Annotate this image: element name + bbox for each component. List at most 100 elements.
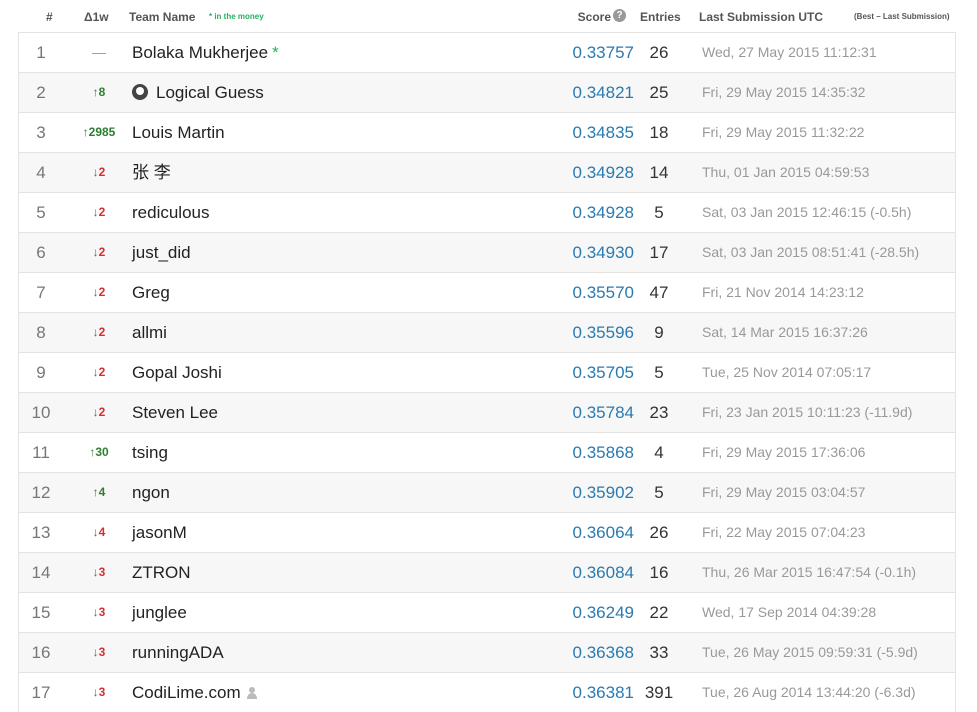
team-cell: Greg: [132, 273, 170, 312]
team-cell: CodiLime.com: [132, 673, 257, 712]
table-row[interactable]: 14 ↓3 ZTRON 0.36084 16 Thu, 26 Mar 2015 16:47…: [18, 552, 956, 592]
header-delta[interactable]: Δ1w: [84, 10, 109, 24]
entries-cell: 33: [649, 643, 669, 662]
score-cell: 0.34928: [572, 203, 634, 222]
team-name-link[interactable]: just_did: [132, 243, 191, 262]
rank-cell: 3: [36, 123, 46, 142]
entries-cell: 14: [649, 163, 669, 182]
entries-cell: 16: [649, 563, 669, 582]
delta-cell: ↓2: [92, 205, 106, 219]
delta-cell: ↓2: [92, 405, 106, 419]
team-members-icon: [246, 687, 257, 699]
team-name-link[interactable]: rediculous: [132, 203, 210, 222]
header-last-submission-note: (Best – Last Submission): [854, 12, 950, 21]
table-row[interactable]: 1 — Bolaka Mukherjee * 0.33757 26 Wed, 27 May …: [18, 32, 956, 72]
team-name-link[interactable]: Gopal Joshi: [132, 363, 222, 382]
delta-cell: ↓2: [92, 245, 106, 259]
team-cell: tsing: [132, 433, 168, 472]
rank-cell: 10: [31, 403, 51, 422]
header-score[interactable]: Score: [578, 10, 611, 24]
last-submission-cell: Sat, 03 Jan 2015 08:51:41 (-28.5h): [702, 244, 920, 260]
table-row[interactable]: 8 ↓2 allmi 0.35596 9 Sat, 14 Mar 2015 16:37:2…: [18, 312, 956, 352]
team-name-link[interactable]: Louis Martin: [132, 123, 225, 142]
team-cell: Steven Lee: [132, 393, 218, 432]
rank-cell: 5: [36, 203, 46, 222]
last-submission-cell: Fri, 21 Nov 2014 14:23:12: [702, 284, 864, 300]
team-cell: Bolaka Mukherjee *: [132, 33, 279, 72]
table-row[interactable]: 11 ↑30 tsing 0.35868 4 Fri, 29 May 2015 17:36…: [18, 432, 956, 472]
rank-cell: 6: [36, 243, 46, 262]
header-last-submission[interactable]: Last Submission UTC: [699, 10, 823, 24]
last-submission-cell: Fri, 29 May 2015 17:36:06: [702, 444, 866, 460]
table-row[interactable]: 3 ↑2985 Louis Martin 0.34835 18 Fri, 29 May 2…: [18, 112, 956, 152]
team-name-link[interactable]: jasonM: [132, 523, 187, 542]
table-row[interactable]: 17 ↓3 CodiLime.com 0.36381 391 Tue, 26 Aug 20…: [18, 672, 956, 712]
rank-cell: 17: [31, 683, 51, 702]
score-cell: 0.36064: [572, 523, 634, 542]
table-row[interactable]: 4 ↓2 张 李 0.34928 14 Thu, 01 Jan 2015 04:59:53: [18, 152, 956, 192]
header-team-name[interactable]: Team Name: [129, 10, 195, 24]
delta-cell: ↓3: [92, 685, 106, 699]
team-name-link[interactable]: Bolaka Mukherjee: [132, 43, 268, 62]
delta-cell: ↓3: [92, 645, 106, 659]
table-row[interactable]: 12 ↑4 ngon 0.35902 5 Fri, 29 May 2015 03:04:5…: [18, 472, 956, 512]
score-cell: 0.35570: [572, 283, 634, 302]
team-name-link[interactable]: Logical Guess: [156, 83, 264, 102]
in-the-money-note: * in the money: [209, 12, 264, 21]
team-name-link[interactable]: junglee: [132, 603, 187, 622]
delta-cell: ↑30: [89, 445, 109, 459]
entries-cell: 26: [649, 523, 669, 542]
team-name-link[interactable]: tsing: [132, 443, 168, 462]
leaderboard: # Δ1w Team Name * in the money Score ? E…: [18, 0, 956, 712]
team-cell: ZTRON: [132, 553, 191, 592]
team-cell: rediculous: [132, 193, 210, 232]
score-cell: 0.35902: [572, 483, 634, 502]
last-submission-cell: Wed, 27 May 2015 11:12:31: [702, 44, 877, 60]
in-the-money-star-icon: *: [272, 43, 279, 62]
team-name-link[interactable]: allmi: [132, 323, 167, 342]
score-cell: 0.34928: [572, 163, 634, 182]
header-entries[interactable]: Entries: [640, 10, 681, 24]
score-cell: 0.35596: [572, 323, 634, 342]
rank-cell: 2: [36, 83, 46, 102]
table-row[interactable]: 6 ↓2 just_did 0.34930 17 Sat, 03 Jan 2015 08:…: [18, 232, 956, 272]
score-cell: 0.35784: [572, 403, 634, 422]
team-name-link[interactable]: Greg: [132, 283, 170, 302]
table-row[interactable]: 16 ↓3 runningADA 0.36368 33 Tue, 26 May 2015 …: [18, 632, 956, 672]
entries-cell: 5: [654, 363, 664, 382]
team-name-link[interactable]: runningADA: [132, 643, 224, 662]
team-name-link[interactable]: ZTRON: [132, 563, 191, 582]
score-cell: 0.36084: [572, 563, 634, 582]
last-submission-cell: Wed, 17 Sep 2014 04:39:28: [702, 604, 877, 620]
entries-cell: 5: [654, 483, 664, 502]
table-row[interactable]: 7 ↓2 Greg 0.35570 47 Fri, 21 Nov 2014 14:23:1…: [18, 272, 956, 312]
table-row[interactable]: 9 ↓2 Gopal Joshi 0.35705 5 Tue, 25 Nov 2014 0…: [18, 352, 956, 392]
table-row[interactable]: 2 ↑8 Logical Guess 0.34821 25 Fri, 29 May 201…: [18, 72, 956, 112]
team-cell: 张 李: [132, 153, 171, 192]
delta-cell: ↓2: [92, 165, 106, 179]
table-row[interactable]: 15 ↓3 junglee 0.36249 22 Wed, 17 Sep 2014 04:…: [18, 592, 956, 632]
team-cell: Logical Guess: [132, 73, 264, 112]
delta-cell: ↑8: [92, 85, 106, 99]
team-cell: just_did: [132, 233, 191, 272]
rank-cell: 7: [36, 283, 46, 302]
team-cell: jasonM: [132, 513, 187, 552]
team-name-link[interactable]: ngon: [132, 483, 170, 502]
team-name-link[interactable]: CodiLime.com: [132, 683, 241, 702]
last-submission-cell: Tue, 26 May 2015 09:59:31 (-5.9d): [702, 644, 918, 660]
entries-cell: 22: [649, 603, 669, 622]
table-row[interactable]: 13 ↓4 jasonM 0.36064 26 Fri, 22 May 2015 07:0…: [18, 512, 956, 552]
table-row[interactable]: 10 ↓2 Steven Lee 0.35784 23 Fri, 23 Jan 2015 …: [18, 392, 956, 432]
last-submission-cell: Sat, 14 Mar 2015 16:37:26: [702, 324, 868, 340]
help-icon[interactable]: ?: [613, 9, 626, 22]
team-cell: Louis Martin: [132, 113, 225, 152]
table-row[interactable]: 5 ↓2 rediculous 0.34928 5 Sat, 03 Jan 2015 12…: [18, 192, 956, 232]
team-name-link[interactable]: Steven Lee: [132, 403, 218, 422]
last-submission-cell: Thu, 26 Mar 2015 16:47:54 (-0.1h): [702, 564, 917, 580]
github-icon[interactable]: [132, 84, 148, 100]
team-name-link[interactable]: 张 李: [132, 163, 171, 182]
delta-cell: ↓3: [92, 565, 106, 579]
entries-cell: 47: [649, 283, 669, 302]
header-rank[interactable]: #: [46, 10, 53, 24]
rank-cell: 8: [36, 323, 46, 342]
